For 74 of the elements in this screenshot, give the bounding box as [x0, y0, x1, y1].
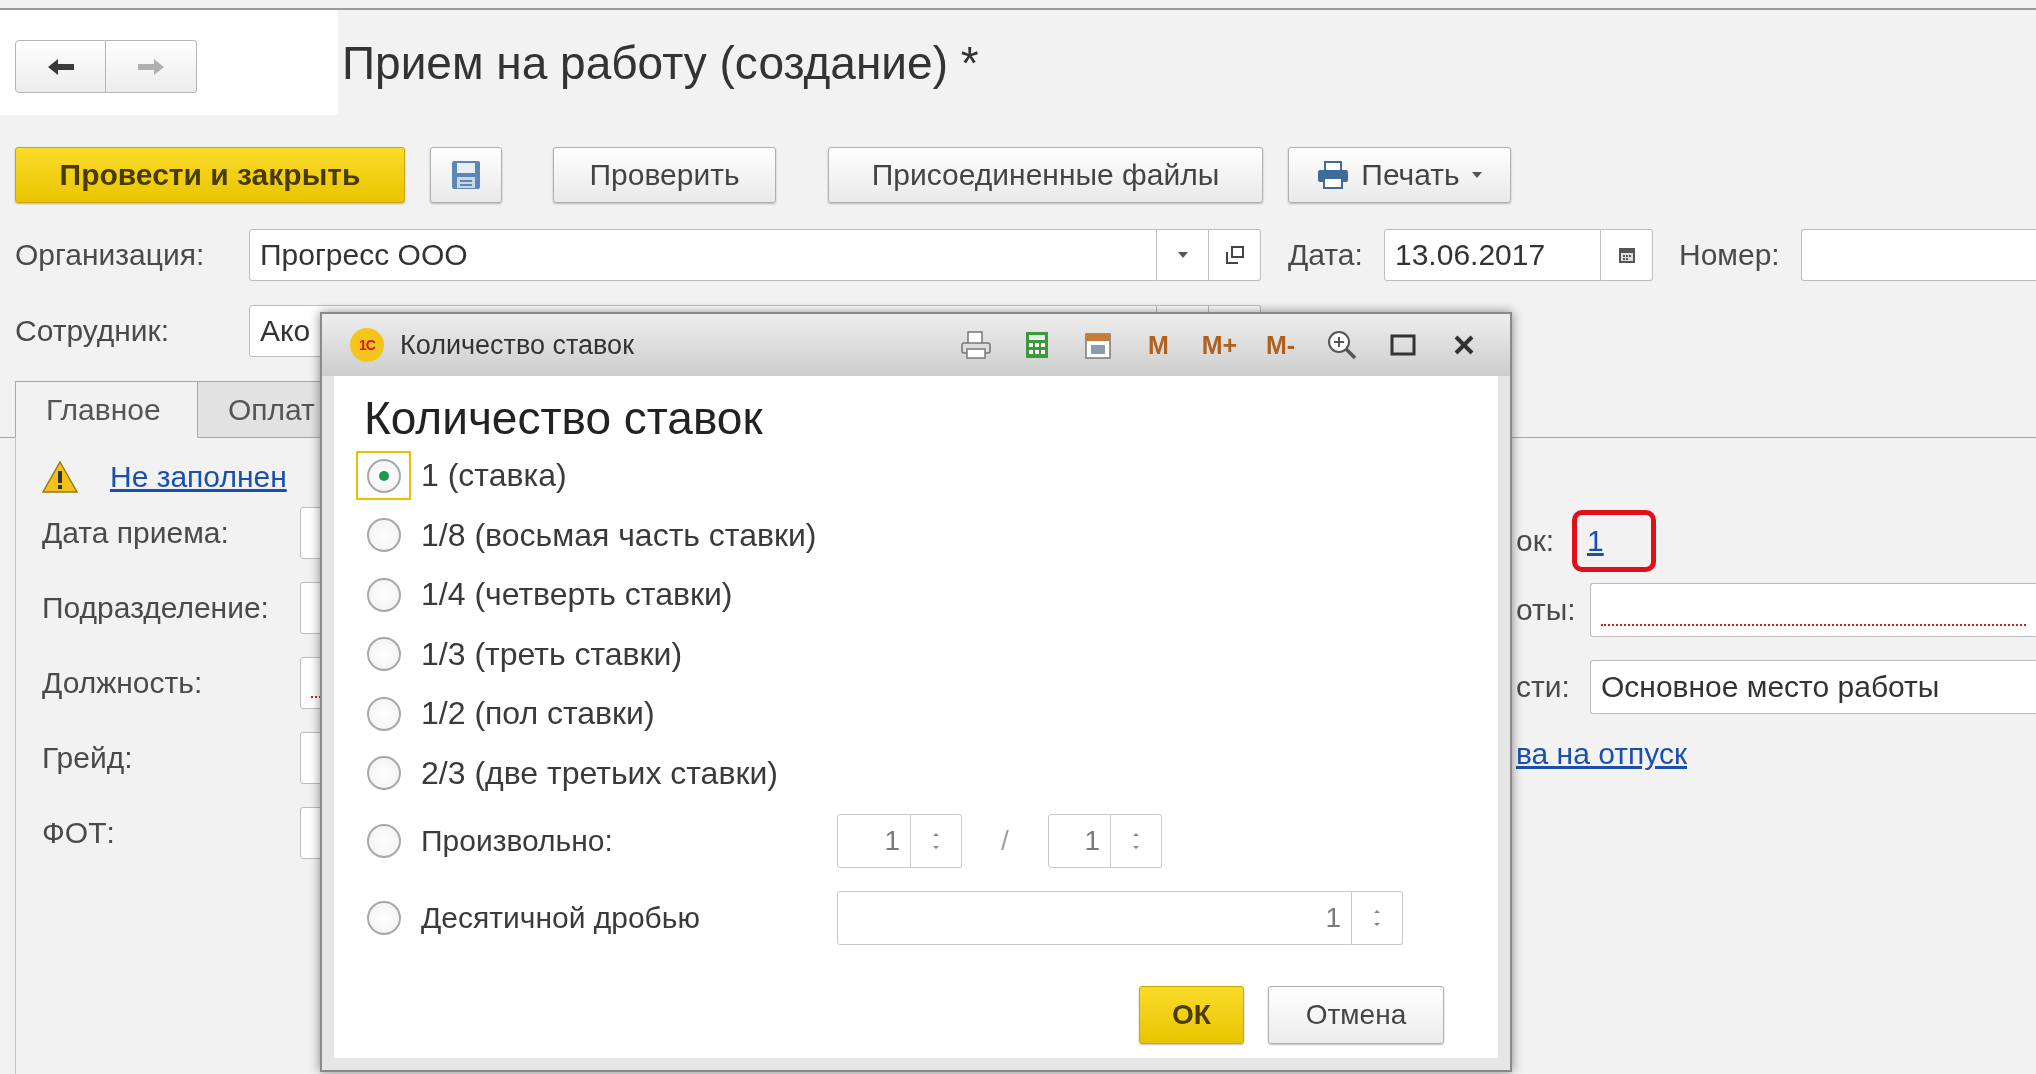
field-label: Подразделение: [42, 590, 270, 625]
field-label: Должность: [42, 665, 204, 700]
field-label: Грейд: [42, 740, 134, 775]
open-window-icon [1225, 246, 1244, 264]
zoom-icon[interactable] [1326, 330, 1357, 360]
warning-link[interactable]: Не заполнен [110, 460, 287, 494]
toolbar-button[interactable]: Проверить [553, 147, 776, 203]
radio-button[interactable] [366, 637, 401, 672]
spinner-button[interactable] [911, 814, 962, 868]
radio-button[interactable] [366, 696, 401, 731]
field-label: ФОТ: [42, 815, 116, 850]
organization-field[interactable]: Прогресс ООО [249, 229, 1157, 281]
number-field[interactable] [1801, 229, 2036, 281]
radio-button[interactable] [366, 518, 401, 553]
denominator-field[interactable]: 1 [1048, 814, 1111, 868]
numerator-field[interactable]: 1 [837, 814, 911, 868]
spinner-arrows-icon [931, 830, 941, 852]
input-field[interactable] [1590, 583, 2036, 637]
caret-icon [1177, 252, 1188, 258]
decimal-field[interactable]: 1 [837, 891, 1352, 945]
spinner-button[interactable] [1111, 814, 1162, 868]
option-label[interactable]: 2/3 (две третьих ставки) [421, 754, 778, 792]
option-label[interactable]: 1/4 (четверть ставки) [421, 576, 733, 614]
toolbar-button[interactable]: Присоединенные файлы [828, 147, 1263, 203]
date-field[interactable]: 13.06.2017 [1384, 229, 1601, 281]
option-label[interactable]: 1/2 (пол ставки) [421, 695, 655, 733]
cancel-button[interactable]: Отмена [1268, 986, 1444, 1044]
fraction-separator: / [1000, 825, 1010, 857]
input-field[interactable]: Основное место работы [1590, 660, 2036, 714]
option-label[interactable]: 1/3 (треть ставки) [421, 635, 683, 673]
radio-button[interactable] [366, 901, 401, 935]
calculator-icon[interactable] [1024, 331, 1049, 359]
field-label: Организация: [15, 238, 206, 272]
ok-button[interactable]: ОК [1139, 986, 1244, 1044]
floppy-icon [451, 160, 481, 190]
field-label: оты: [1516, 593, 1577, 627]
dialog-title: Количество ставок [400, 329, 634, 361]
post-and-close-button[interactable]: Провести и закрыть [15, 147, 405, 203]
app-logo: 1С [350, 328, 384, 362]
spinner-button[interactable] [1352, 891, 1403, 945]
radio-button[interactable] [366, 824, 401, 858]
back-button[interactable] [15, 40, 106, 93]
calendar-icon [1617, 246, 1636, 264]
option-label[interactable]: Десятичной дробью [421, 901, 837, 935]
calendar-icon[interactable] [1084, 331, 1111, 359]
value-link[interactable]: 1 [1587, 524, 1604, 558]
field-label: ок: [1516, 524, 1556, 558]
open-button[interactable] [1209, 229, 1261, 281]
field-label: сти: [1516, 670, 1571, 704]
calendar-button[interactable] [1601, 229, 1653, 281]
radio-button[interactable] [366, 458, 401, 493]
field-label: Номер: [1679, 238, 1781, 272]
spinner-arrows-icon [1372, 907, 1382, 929]
save-button[interactable] [430, 147, 502, 203]
vacation-link[interactable]: ва на отпуск [1516, 737, 1687, 771]
tab[interactable]: Главное [15, 381, 198, 438]
forward-arrow-icon [136, 56, 166, 77]
radio-button[interactable] [366, 756, 401, 791]
print-preview-icon[interactable] [960, 331, 991, 359]
document-title: Прием на работу (создание) * [342, 35, 979, 90]
radio-button[interactable] [366, 577, 401, 612]
spinner-arrows-icon [1131, 830, 1141, 852]
close-icon[interactable] [1452, 334, 1475, 356]
printer-icon [1317, 161, 1350, 189]
option-label[interactable]: 1 (ставка) [421, 457, 567, 495]
warning-icon [42, 461, 78, 493]
option-label[interactable]: Произвольно: [421, 824, 837, 858]
maximize-icon[interactable] [1389, 334, 1416, 356]
caret-icon [1471, 172, 1482, 178]
field-label: Дата приема: [42, 515, 230, 550]
field-label: Сотрудник: [15, 314, 171, 348]
field-label: Дата: [1288, 238, 1364, 272]
print-menu-button[interactable]: Печать [1288, 147, 1511, 203]
option-label[interactable]: 1/8 (восьмая часть ставки) [421, 516, 817, 554]
